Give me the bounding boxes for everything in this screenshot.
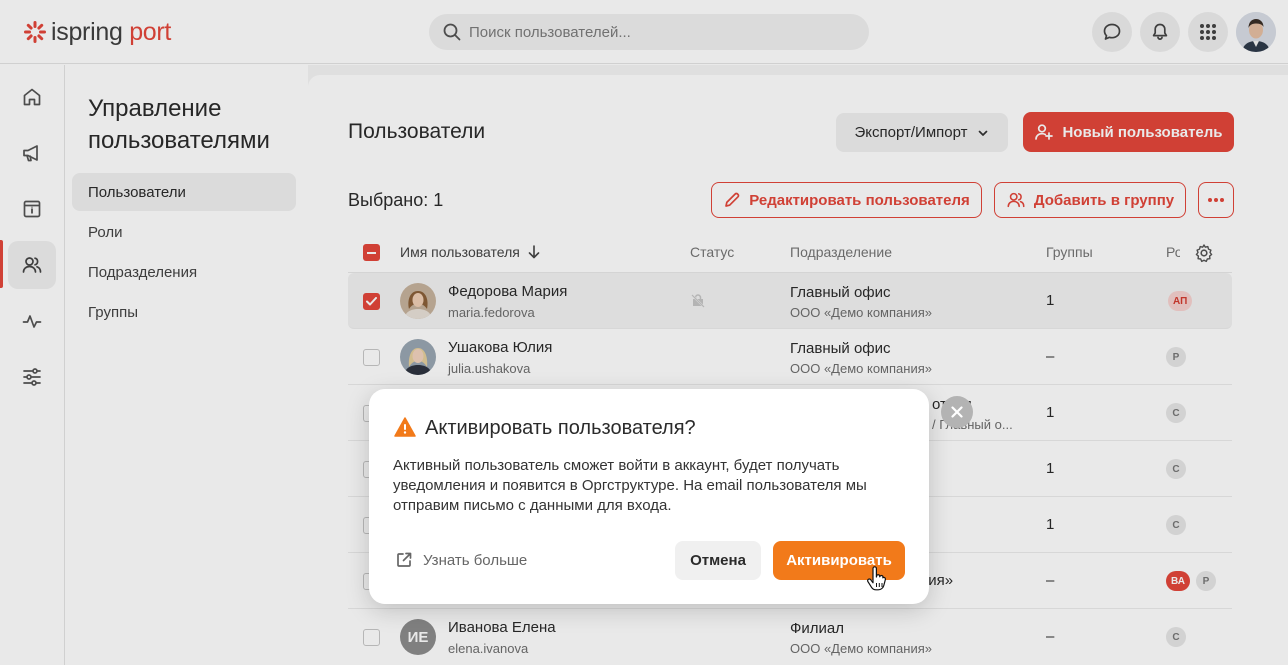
learn-more-label: Узнать больше: [423, 551, 528, 569]
close-icon: [951, 406, 963, 418]
dialog-body: Активный пользователь сможет войти в акк…: [393, 457, 867, 514]
activate-user-dialog: Активировать пользователя? Активный поль…: [369, 389, 929, 604]
hand-cursor-icon: [867, 566, 887, 591]
external-link-icon: [397, 552, 412, 567]
close-dialog-button[interactable]: [941, 396, 973, 428]
warning-icon: [394, 417, 416, 437]
cancel-button[interactable]: Отмена: [675, 541, 761, 580]
dialog-title: Активировать пользователя?: [425, 417, 696, 439]
learn-more-link[interactable]: Узнать больше: [395, 551, 527, 569]
